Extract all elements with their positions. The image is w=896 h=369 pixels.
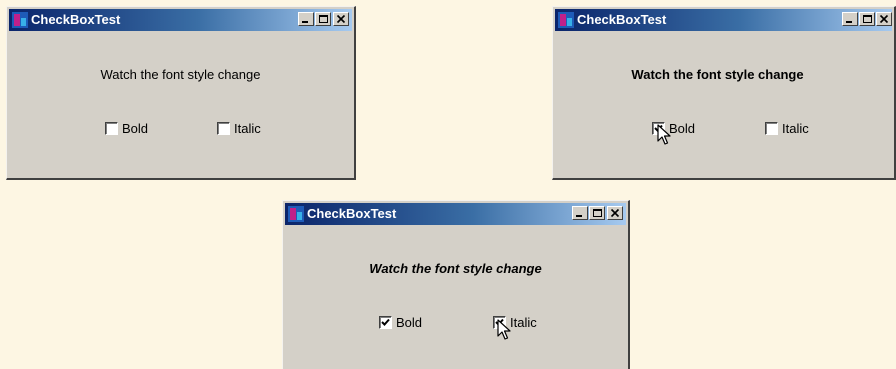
bold-checkbox-box[interactable] <box>379 316 392 329</box>
checkmark-icon <box>381 318 390 326</box>
bold-checkbox[interactable]: Bold <box>105 121 148 137</box>
bold-checkbox-label: Bold <box>122 121 149 136</box>
minimize-button[interactable] <box>572 206 588 220</box>
font-style-label: Watch the font style change <box>631 67 804 82</box>
italic-checkbox-label: Italic <box>782 121 809 136</box>
maximize-button[interactable] <box>589 206 605 220</box>
title-bar[interactable]: CheckBoxTest <box>555 9 892 31</box>
close-button[interactable] <box>333 12 349 26</box>
bold-checkbox-box[interactable] <box>105 122 118 135</box>
app-icon <box>12 12 28 28</box>
close-button[interactable] <box>607 206 623 220</box>
window-title: CheckBoxTest <box>31 12 121 27</box>
font-style-label: Watch the font style change <box>369 261 542 276</box>
maximize-icon <box>593 209 602 217</box>
close-icon <box>610 208 620 218</box>
window-bold-italic-checked: CheckBoxTest Watch the font style change… <box>282 200 630 369</box>
close-button[interactable] <box>876 12 892 26</box>
mouse-cursor-icon <box>497 319 511 340</box>
italic-checkbox-box[interactable] <box>765 122 778 135</box>
minimize-icon <box>576 215 582 217</box>
maximize-icon <box>319 15 328 23</box>
minimize-button[interactable] <box>842 12 858 26</box>
app-icon <box>288 206 304 222</box>
bold-checkbox[interactable]: Bold <box>379 315 422 331</box>
italic-checkbox[interactable]: Italic <box>217 121 261 137</box>
italic-checkbox-label: Italic <box>510 315 537 330</box>
title-bar[interactable]: CheckBoxTest <box>285 203 626 225</box>
app-icon <box>558 12 574 28</box>
window-title: CheckBoxTest <box>307 206 397 221</box>
title-bar[interactable]: CheckBoxTest <box>9 9 352 31</box>
close-icon <box>336 14 346 24</box>
minimize-icon <box>846 21 852 23</box>
window-title: CheckBoxTest <box>577 12 667 27</box>
maximize-button[interactable] <box>859 12 875 26</box>
italic-checkbox-box[interactable] <box>217 122 230 135</box>
close-icon <box>879 14 889 24</box>
bold-checkbox-label: Bold <box>669 121 696 136</box>
minimize-icon <box>302 21 308 23</box>
window-bold-checked: CheckBoxTest Watch the font style change… <box>552 6 896 180</box>
italic-checkbox[interactable]: Italic <box>765 121 809 137</box>
bold-checkbox-label: Bold <box>396 315 423 330</box>
minimize-button[interactable] <box>298 12 314 26</box>
font-style-label: Watch the font style change <box>100 67 261 82</box>
italic-checkbox-label: Italic <box>234 121 261 136</box>
mouse-cursor-icon <box>657 124 671 145</box>
maximize-icon <box>863 15 872 23</box>
window-unchecked: CheckBoxTest Watch the font style change… <box>6 6 356 180</box>
maximize-button[interactable] <box>315 12 331 26</box>
